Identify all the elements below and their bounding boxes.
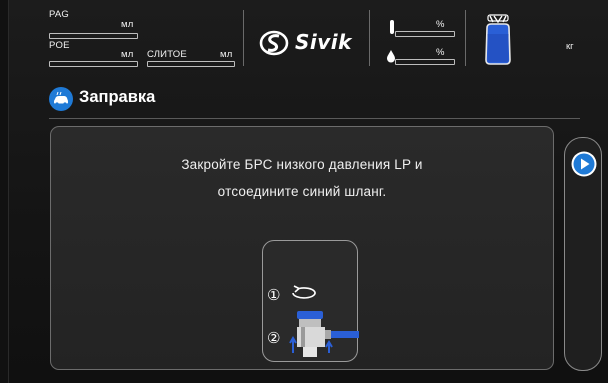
temp-unit: %	[436, 19, 445, 30]
poe-level-bar	[49, 61, 138, 67]
header-divider	[243, 10, 244, 66]
pag-label: PAG	[49, 9, 69, 20]
step-1-marker: ①	[267, 287, 281, 304]
header-divider	[465, 10, 466, 66]
car-refill-icon	[49, 87, 73, 111]
status-header: PAG мл POE мл СЛИТОЕ мл Sivik % % кг	[9, 0, 608, 78]
instruction-line-2: отсоедините синий шланг.	[217, 184, 387, 199]
title-divider	[49, 118, 580, 119]
quick-coupler-icon	[289, 311, 359, 357]
poe-label: POE	[49, 40, 70, 51]
brand-name: Sivik	[295, 30, 352, 54]
humidity-unit: %	[436, 47, 445, 58]
logo-mark-icon	[259, 30, 289, 56]
drain-level-bar	[147, 61, 235, 67]
step-2-marker: ②	[267, 330, 281, 347]
temp-level-bar	[395, 31, 455, 37]
instruction-line-1: Закройте БРС низкого давления LP и	[181, 157, 423, 172]
poe-unit: мл	[121, 49, 134, 60]
humidity-level-bar	[395, 59, 455, 65]
next-step-button[interactable]	[571, 151, 597, 177]
screen: PAG мл POE мл СЛИТОЕ мл Sivik % % кг Зап…	[8, 0, 608, 383]
drain-unit: мл	[220, 49, 233, 60]
valve-illustration: ① ②	[262, 240, 359, 362]
weight-unit: кг	[566, 41, 574, 52]
page-title: Заправка	[79, 88, 156, 106]
pag-level-bar	[49, 33, 138, 39]
header-divider	[369, 10, 370, 66]
sivik-logo: Sivik	[259, 28, 369, 58]
refrigerant-bottle-icon	[485, 14, 511, 65]
rotate-arrow-icon	[292, 285, 316, 299]
drain-label: СЛИТОЕ	[147, 49, 187, 60]
pag-unit: мл	[121, 19, 134, 30]
instruction-panel: Закройте БРС низкого давления LP и отсое…	[50, 126, 554, 370]
side-navigation	[564, 137, 602, 371]
